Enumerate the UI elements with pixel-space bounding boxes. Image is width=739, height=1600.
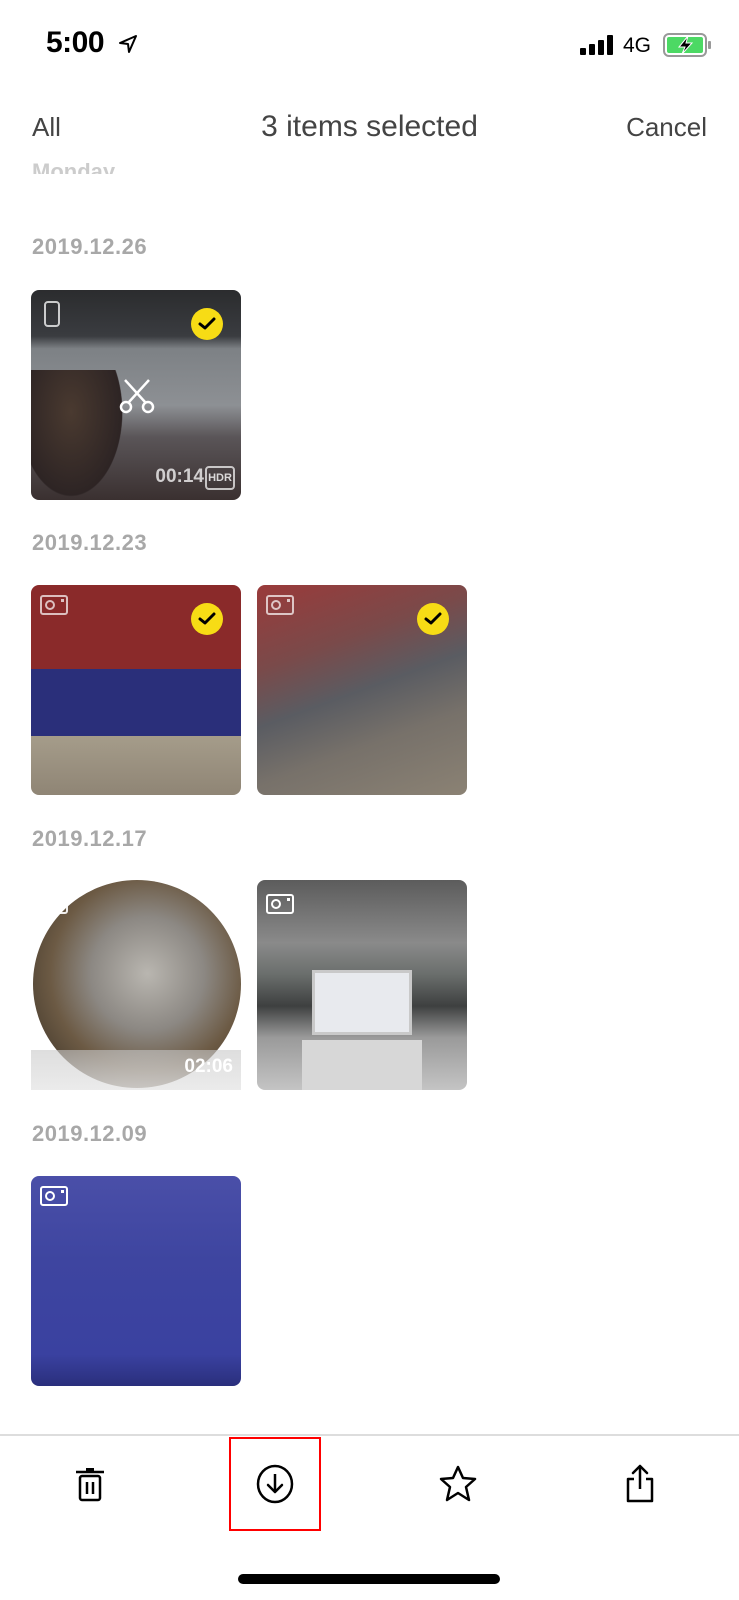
scissors-icon[interactable] [117,376,157,416]
status-time: 5:00 [46,26,105,59]
media-thumbnail[interactable] [31,585,241,795]
battery-charging-icon [663,33,711,57]
media-thumbnail[interactable] [257,880,467,1090]
date-header: 2019.12.17 [32,826,148,851]
selected-checkmark[interactable] [191,603,223,635]
hdr-badge: HDR [205,466,235,490]
star-icon [439,1465,477,1502]
delete-button[interactable] [45,1444,135,1524]
faded-section-header: Monday [32,159,116,174]
selected-checkmark[interactable] [417,603,449,635]
cancel-button[interactable]: Cancel [626,112,707,143]
date-header: 2019.12.09 [32,1121,148,1146]
media-thumbnail[interactable] [257,585,467,795]
phone-icon [44,301,60,327]
network-type: 4G [623,34,652,57]
favorite-button[interactable] [413,1444,503,1524]
highlight-box [229,1437,321,1531]
camera-icon [40,595,68,615]
share-button[interactable] [595,1444,685,1524]
date-header: 2019.12.26 [32,234,148,259]
camera-icon [40,894,68,914]
check-icon [198,612,216,625]
status-bar: 5:00 4G [0,0,739,90]
selection-nav-bar: All 3 items selected Cancel [0,100,739,160]
toolbar-divider [0,1434,739,1436]
check-icon [424,612,442,625]
media-thumbnail[interactable]: 02:06 [31,880,241,1090]
video-duration: 00:14 [155,466,204,487]
media-thumbnail[interactable]: 00:14 HDR [31,290,241,500]
trash-icon [76,1468,104,1502]
check-icon [198,317,216,330]
selected-checkmark[interactable] [191,308,223,340]
home-indicator[interactable] [238,1574,500,1584]
camera-icon [266,595,294,615]
camera-icon [266,894,294,914]
date-header: 2019.12.23 [32,530,148,555]
share-icon [626,1464,654,1503]
camera-icon [40,1186,68,1206]
location-arrow-icon [119,35,137,53]
signal-icon [580,35,613,55]
video-duration: 02:06 [184,1056,233,1077]
media-thumbnail[interactable] [31,1176,241,1386]
